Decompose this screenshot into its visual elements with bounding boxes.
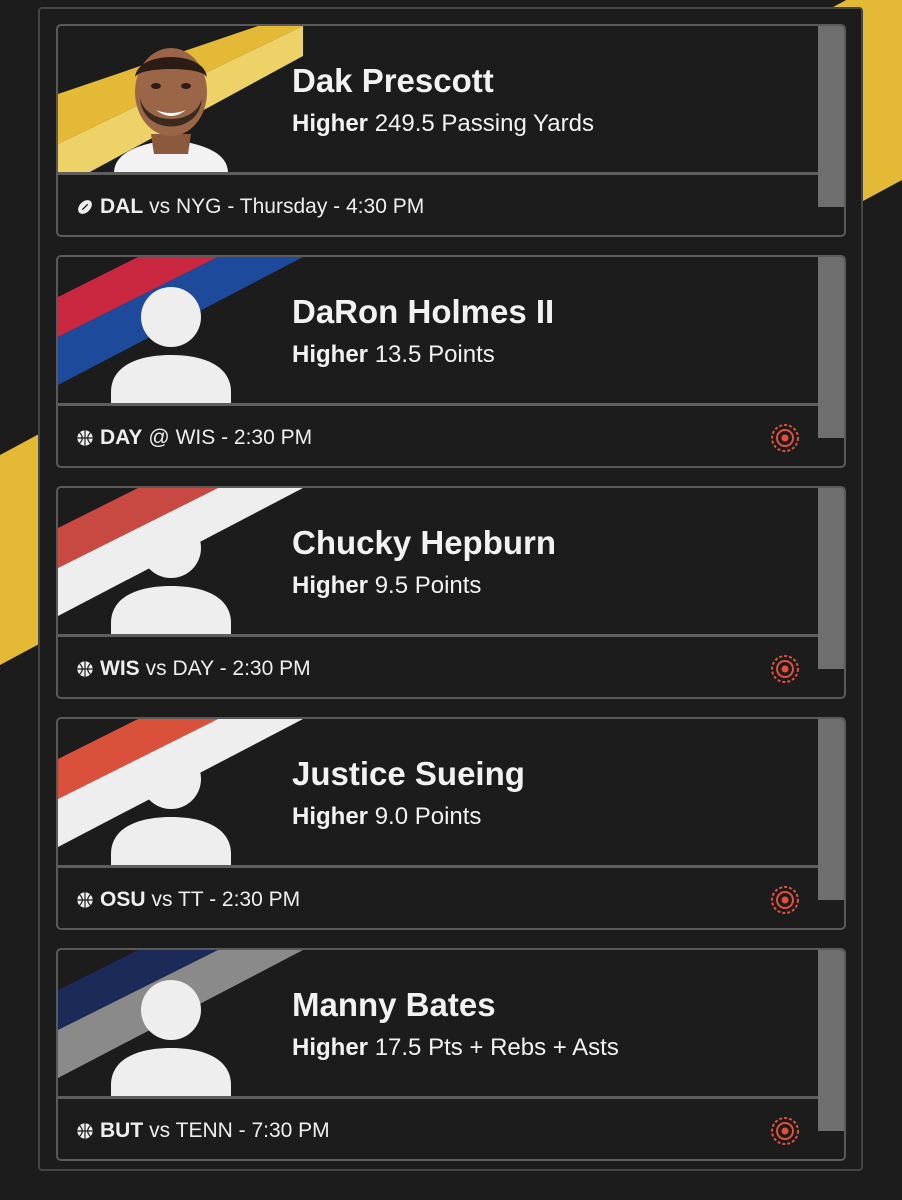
card-side-bar xyxy=(818,488,844,669)
card-side-bar xyxy=(818,257,844,438)
stat-line: 9.5 Points xyxy=(374,572,482,599)
projection-line: Higher 9.5 Points xyxy=(292,572,481,600)
game-info: OSU vs TT - 2:30 PM xyxy=(76,888,300,912)
team-abbrev: DAY xyxy=(100,426,143,449)
team-abbrev: WIS xyxy=(100,657,140,680)
card-header: Dak Prescott Higher 249.5 Passing Yards xyxy=(58,26,820,173)
card-divider xyxy=(58,865,820,868)
player-silhouette xyxy=(111,980,231,1097)
team-abbrev: OSU xyxy=(100,888,146,911)
player-name: Manny Bates xyxy=(292,986,496,1023)
direction-label: Higher xyxy=(292,803,369,830)
card-side-bar xyxy=(818,26,844,207)
matchup-text: vs DAY - 2:30 PM xyxy=(145,657,311,680)
stat-line: 13.5 Points xyxy=(374,341,495,368)
pick-card[interactable]: Dak Prescott Higher 249.5 Passing Yards … xyxy=(56,24,846,237)
target-icon[interactable] xyxy=(770,1116,800,1146)
stat-line: 249.5 Passing Yards xyxy=(374,110,594,137)
card-divider xyxy=(58,634,820,637)
card-divider xyxy=(58,172,820,175)
team-abbrev: BUT xyxy=(100,1119,144,1142)
direction-label: Higher xyxy=(292,572,369,599)
projection-line: Higher 9.0 Points xyxy=(292,803,481,831)
matchup-text: vs NYG - Thursday - 4:30 PM xyxy=(149,195,425,218)
card-header: Manny Bates Higher 17.5 Pts + Rebs + Ast… xyxy=(58,950,820,1097)
card-side-bar xyxy=(818,719,844,900)
game-info: DAL vs NYG - Thursday - 4:30 PM xyxy=(76,195,424,219)
direction-label: Higher xyxy=(292,341,369,368)
basketball-icon xyxy=(77,892,93,908)
basketball-icon xyxy=(77,1123,93,1139)
player-name: Chucky Hepburn xyxy=(292,524,557,561)
game-info: BUT vs TENN - 7:30 PM xyxy=(76,1119,330,1143)
direction-label: Higher xyxy=(292,1034,369,1061)
player-name: DaRon Holmes II xyxy=(292,293,555,330)
matchup-text: vs TT - 2:30 PM xyxy=(151,888,301,911)
card-side-bar xyxy=(818,950,844,1131)
player-name: Dak Prescott xyxy=(292,62,494,99)
direction-label: Higher xyxy=(292,110,369,137)
projection-line: Higher 249.5 Passing Yards xyxy=(292,110,594,138)
basketball-icon xyxy=(77,661,93,677)
target-icon[interactable] xyxy=(770,885,800,915)
pick-card[interactable]: DaRon Holmes II Higher 13.5 Points DAY @… xyxy=(56,255,846,468)
target-icon[interactable] xyxy=(770,654,800,684)
player-photo xyxy=(114,48,228,173)
pick-card[interactable]: Justice Sueing Higher 9.0 Points OSU vs … xyxy=(56,717,846,930)
card-header: Chucky Hepburn Higher 9.5 Points xyxy=(58,488,820,635)
player-silhouette xyxy=(111,518,231,635)
game-info: DAY @ WIS - 2:30 PM xyxy=(76,426,312,450)
player-silhouette xyxy=(111,287,231,404)
projection-line: Higher 13.5 Points xyxy=(292,341,495,369)
basketball-icon xyxy=(77,430,93,446)
pick-card[interactable]: Manny Bates Higher 17.5 Pts + Rebs + Ast… xyxy=(56,948,846,1161)
team-abbrev: DAL xyxy=(100,195,144,218)
player-name: Justice Sueing xyxy=(292,755,525,792)
projection-line: Higher 17.5 Pts + Rebs + Asts xyxy=(292,1034,619,1062)
football-icon xyxy=(78,200,92,214)
matchup-text: @ WIS - 2:30 PM xyxy=(148,426,313,449)
card-header: Justice Sueing Higher 9.0 Points xyxy=(58,719,820,866)
card-header: DaRon Holmes II Higher 13.5 Points xyxy=(58,257,820,404)
stat-line: 17.5 Pts + Rebs + Asts xyxy=(374,1034,619,1061)
target-icon[interactable] xyxy=(770,423,800,453)
card-divider xyxy=(58,403,820,406)
game-info: WIS vs DAY - 2:30 PM xyxy=(76,657,311,681)
matchup-text: vs TENN - 7:30 PM xyxy=(149,1119,330,1142)
card-divider xyxy=(58,1096,820,1099)
stat-line: 9.0 Points xyxy=(374,803,482,830)
player-silhouette xyxy=(111,749,231,866)
pick-card[interactable]: Chucky Hepburn Higher 9.5 Points WIS vs … xyxy=(56,486,846,699)
